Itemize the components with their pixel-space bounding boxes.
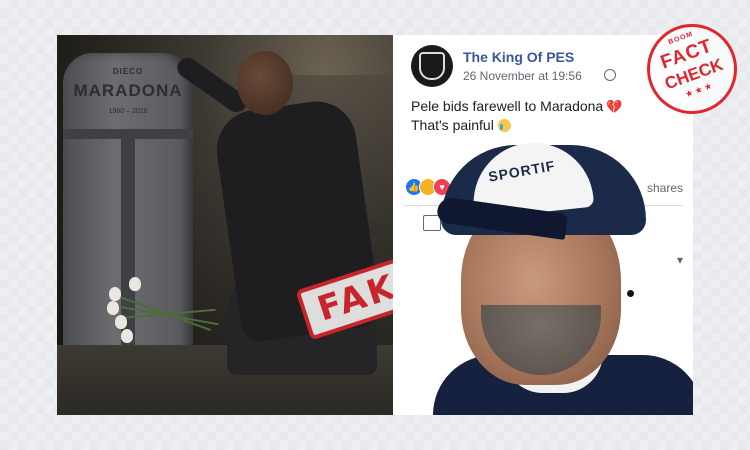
post-timestamp[interactable]: 26 November at 19:56 <box>463 69 582 83</box>
flower <box>107 301 119 315</box>
globe-icon <box>604 69 616 81</box>
funeral-photo: DIECO MARADONA 1960 – 2020 <box>57 35 393 415</box>
page-name-link[interactable]: The King Of PES <box>463 49 574 65</box>
flower <box>115 315 127 329</box>
flower <box>109 287 121 301</box>
comments-sort-chevron-icon[interactable]: ▾ <box>677 253 683 267</box>
flower-bouquet <box>107 255 227 345</box>
page-avatar[interactable] <box>411 45 453 87</box>
post-text-line2: That's painful <box>411 117 494 133</box>
broken-heart-icon: 💔 <box>606 99 623 114</box>
shares-count[interactable]: shares <box>647 181 683 195</box>
person-head <box>237 51 293 115</box>
gravestone-dates: 1960 – 2020 <box>108 108 148 115</box>
facebook-post: The King Of PES 26 November at 19:56 Pel… <box>393 35 693 415</box>
crying-face-icon <box>497 119 511 132</box>
flower <box>121 329 133 343</box>
gravestone-name: MARADONA <box>73 81 183 100</box>
post-text: Pele bids farewell to Maradona 💔 That's p… <box>411 97 622 135</box>
gravestone-first-name: DIECO <box>112 67 144 76</box>
flower <box>129 277 141 291</box>
earring <box>627 290 634 297</box>
crest-icon <box>419 52 445 80</box>
post-text-line1: Pele bids farewell to Maradona <box>411 98 604 114</box>
